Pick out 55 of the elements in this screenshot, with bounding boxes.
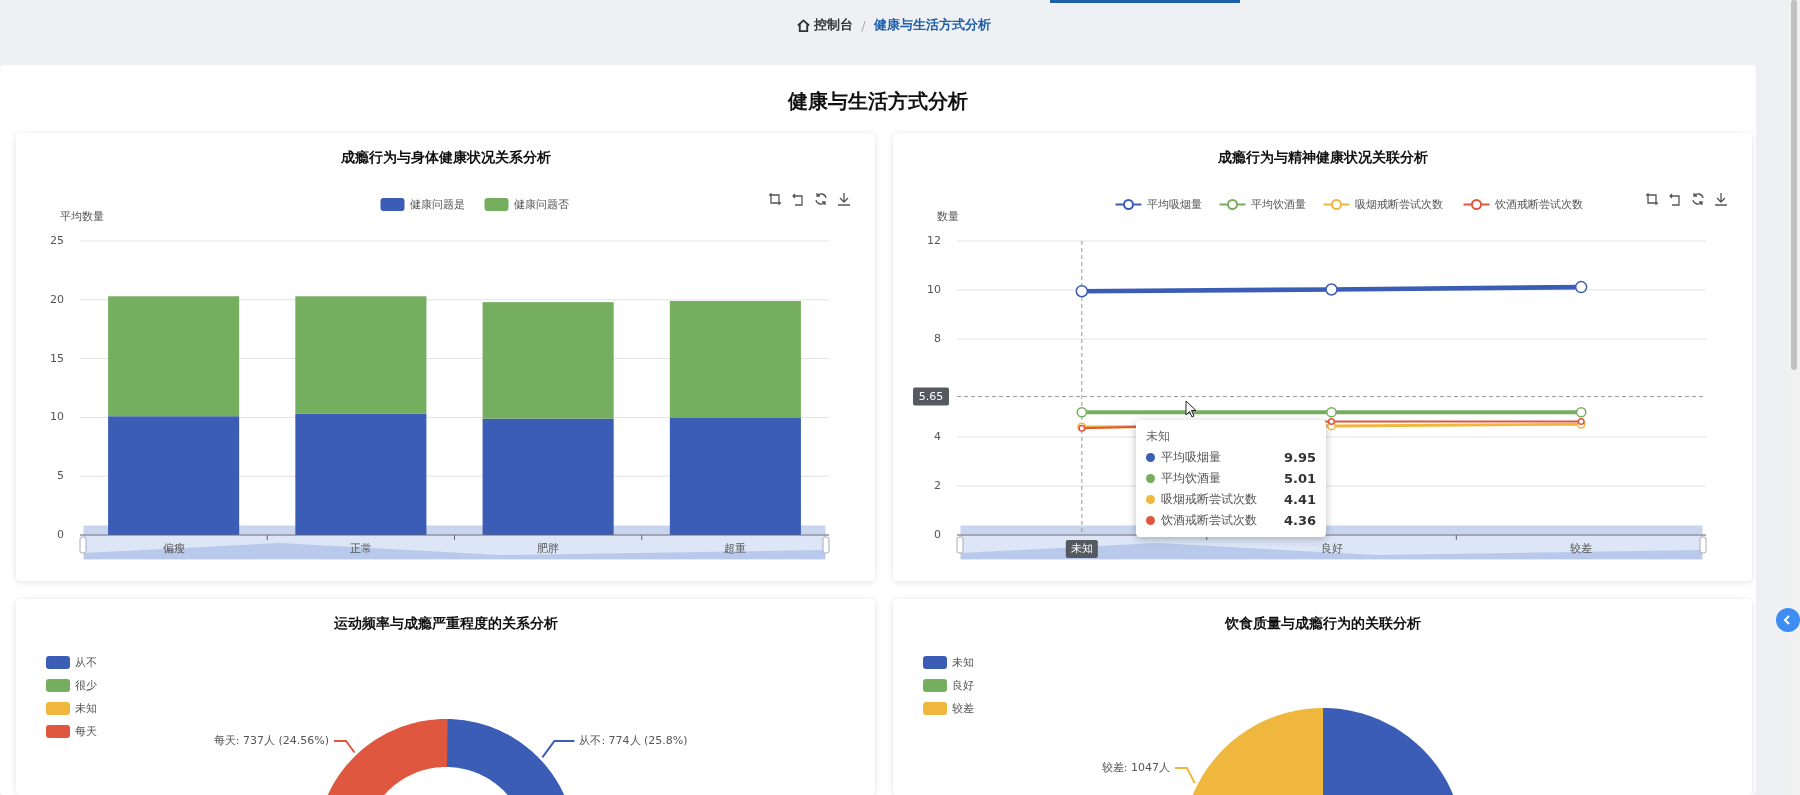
slice-label: 从不: 774人 (25.8%) — [579, 734, 688, 747]
axis-label: 15 — [50, 351, 64, 365]
slice-label: 较差: 1047人 — [1101, 761, 1170, 774]
legend-label: 饮酒戒断尝试次数 — [1494, 198, 1583, 211]
axis-label: 良好 — [1320, 542, 1343, 555]
axis-label: 12 — [927, 234, 941, 247]
axis-pointer-label: 5.65 — [913, 387, 949, 406]
axis-label: 0 — [934, 528, 941, 541]
tooltip-value: 9.95 — [1283, 450, 1316, 465]
legend-label: 吸烟戒断尝试次数 — [1354, 198, 1443, 211]
ref-line-label: 5.65 — [918, 389, 944, 403]
axis-pointer-label: 未知 — [1065, 540, 1098, 558]
axis-label: 5 — [57, 469, 64, 483]
legend-label: 未知 — [75, 702, 97, 715]
tooltip-label: 饮酒戒断尝试次数 — [1161, 512, 1258, 529]
legend-label: 未知 — [952, 656, 974, 669]
axis-label: 25 — [50, 234, 64, 247]
legend-label: 平均饮酒量 — [1250, 198, 1306, 211]
legend-label: 很少 — [75, 679, 97, 692]
x-tick-label: 未知 — [1070, 542, 1093, 555]
axis-label: 肥胖 — [537, 542, 560, 555]
chart-title: 运动频率与成瘾严重程度的关系分析 — [332, 614, 559, 633]
tooltip-value: 4.36 — [1283, 513, 1316, 528]
tooltip-label: 平均吸烟量 — [1161, 449, 1222, 466]
axis-title: 平均数量 — [60, 210, 104, 223]
slice-label: 每天: 737人 (24.56%) — [213, 734, 329, 747]
chart-title: 饮食质量与成瘾行为的关联分析 — [1223, 614, 1422, 633]
legend-label: 健康问题否 — [513, 198, 569, 211]
legend-label: 较差 — [952, 702, 974, 715]
tooltip-label: 平均饮酒量 — [1161, 470, 1222, 487]
legend-label: 平均吸烟量 — [1146, 198, 1202, 211]
chart-title: 成瘾行为与精神健康状况关联分析 — [1216, 148, 1429, 167]
legend-label: 健康问题是 — [409, 198, 465, 211]
axis-label: 0 — [57, 528, 64, 541]
legend-label: 良好 — [952, 679, 974, 692]
axis-title: 数量 — [937, 210, 959, 223]
legend-label: 从不 — [75, 656, 97, 669]
chart-title: 成瘾行为与身体健康状况关系分析 — [339, 148, 552, 167]
tooltip-value: 4.41 — [1283, 492, 1316, 507]
axis-label: 4 — [934, 430, 941, 443]
axis-label: 10 — [927, 283, 941, 296]
breadcrumb-separator: / — [861, 17, 866, 33]
legend-label: 每天 — [75, 725, 97, 738]
page-title: 健康与生活方式分析 — [786, 88, 969, 115]
axis-label: 正常 — [349, 542, 372, 555]
tooltip-title: 未知 — [1146, 428, 1171, 445]
tooltip-label: 吸烟戒断尝试次数 — [1161, 491, 1258, 508]
axis-label: 偏瘦 — [162, 542, 185, 555]
axis-label: 8 — [934, 332, 941, 345]
axis-label: 较差 — [1570, 542, 1593, 555]
axis-label: 10 — [50, 410, 64, 424]
axis-label: 超重 — [724, 542, 747, 555]
tooltip-value: 5.01 — [1283, 471, 1316, 486]
axis-label: 20 — [50, 292, 64, 306]
axis-label: 2 — [934, 479, 941, 492]
